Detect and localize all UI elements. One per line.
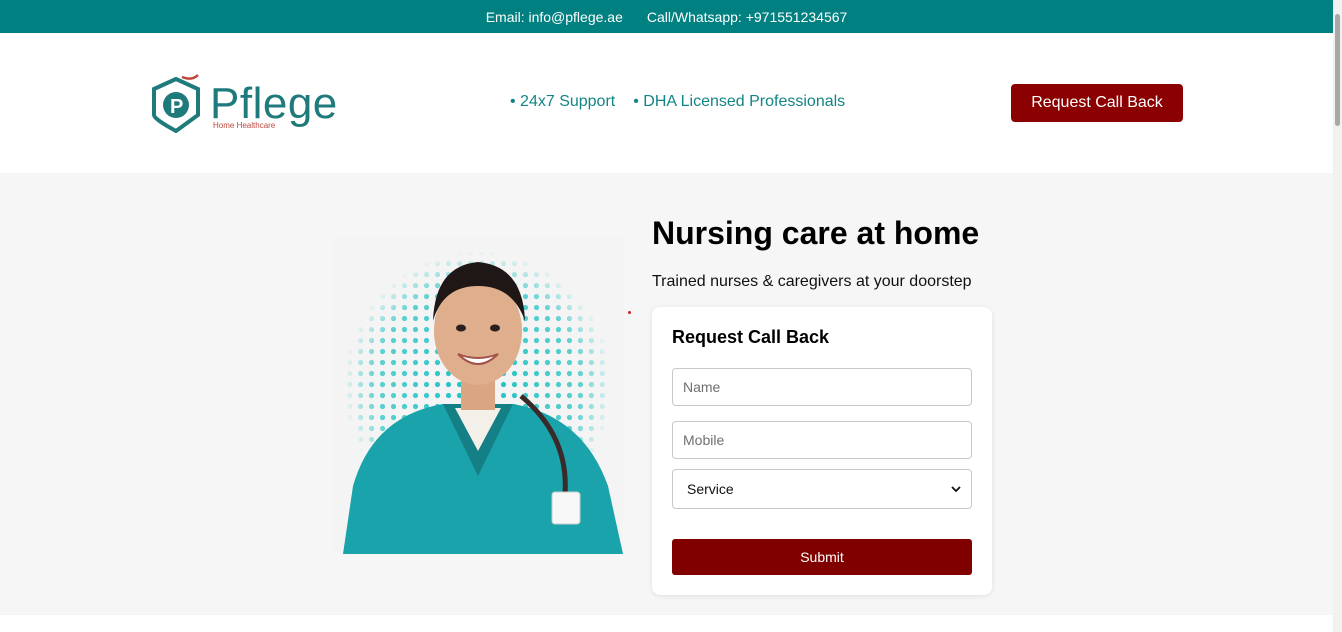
- site-header: P Pflege Home Healthcare • 24x7 Support …: [0, 33, 1333, 173]
- nurse-illustration-icon: [333, 236, 623, 554]
- top-contact-bar: Email: info@pflege.ae Call/Whatsapp: +97…: [0, 0, 1333, 33]
- pflege-logo[interactable]: P Pflege Home Healthcare: [150, 71, 340, 137]
- page-scrollbar[interactable]: [1333, 0, 1342, 632]
- contact-phone[interactable]: Call/Whatsapp: +971551234567: [647, 9, 847, 25]
- feature-support: • 24x7 Support: [510, 93, 616, 110]
- scrollbar-thumb[interactable]: [1335, 14, 1340, 126]
- header-request-callback-button[interactable]: Request Call Back: [1011, 84, 1183, 122]
- chevron-down-icon: [951, 486, 961, 493]
- shield-logo-icon: P: [152, 74, 200, 133]
- decorative-dot: [628, 311, 631, 314]
- callback-form-card: Request Call Back Service Submit: [652, 307, 992, 595]
- contact-email[interactable]: Email: info@pflege.ae: [486, 9, 623, 25]
- service-select-value: Service: [687, 481, 734, 497]
- logo-tagline: Home Healthcare: [213, 121, 276, 130]
- service-select[interactable]: Service: [672, 469, 972, 509]
- feature-licensed: • DHA Licensed Professionals: [633, 93, 846, 110]
- header-features: • 24x7 Support • DHA Licensed Profession…: [510, 93, 845, 111]
- svg-text:P: P: [170, 96, 183, 118]
- nurse-photo: [333, 236, 623, 554]
- hero-section: Nursing care at home Trained nurses & ca…: [0, 173, 1333, 615]
- submit-button[interactable]: Submit: [672, 539, 972, 575]
- hero-subtitle: Trained nurses & caregivers at your door…: [652, 273, 972, 290]
- hero-title: Nursing care at home: [652, 215, 980, 251]
- name-input[interactable]: [672, 368, 972, 406]
- mobile-input[interactable]: [672, 421, 972, 459]
- form-title: Request Call Back: [672, 327, 830, 347]
